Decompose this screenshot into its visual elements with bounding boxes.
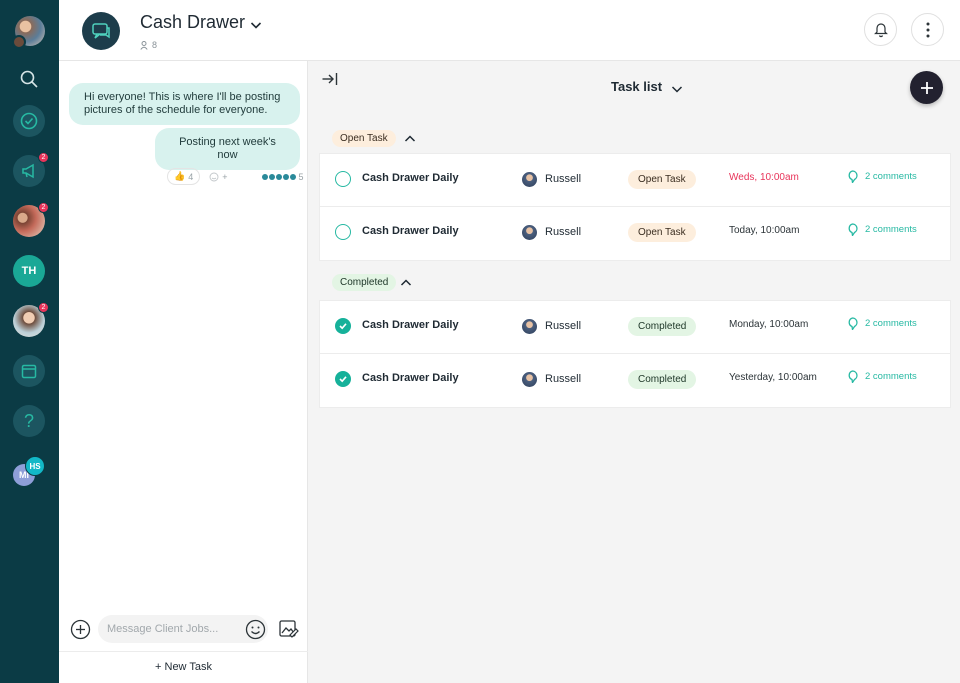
add-reaction-label: +: [222, 171, 228, 182]
task-list-title[interactable]: Task list: [611, 79, 662, 94]
chat-message[interactable]: Posting next week's now: [155, 128, 300, 170]
assignee-name: Russell: [545, 373, 582, 385]
comment-pin-icon: [848, 223, 858, 236]
task-row[interactable]: Cash Drawer Daily Russell Open Task Toda…: [320, 207, 950, 260]
task-checkbox[interactable]: [335, 224, 351, 240]
task-list-panel: Task list Open Task Cash Drawer Daily Ru…: [308, 61, 960, 683]
section-label-open: Open Task: [332, 130, 396, 147]
search-icon[interactable]: [13, 63, 45, 95]
message-reactions: 👍 4 + 5: [167, 168, 304, 185]
comments-count: 2 comments: [865, 318, 917, 329]
new-task-button[interactable]: + New Task: [59, 651, 308, 683]
status-badge: Completed: [628, 317, 697, 336]
chevron-down-icon[interactable]: [250, 17, 262, 35]
chat-panel: Hi everyone! This is where I'll be posti…: [59, 61, 308, 683]
add-reaction-button[interactable]: +: [203, 170, 233, 184]
assignee-avatar: [522, 319, 537, 334]
task-name: Cash Drawer Daily: [362, 319, 459, 331]
workspace-avatar: [12, 35, 26, 49]
message-input[interactable]: [98, 615, 268, 643]
emoji-icon[interactable]: [245, 619, 266, 645]
chevron-up-icon[interactable]: [404, 131, 416, 149]
seen-count: 5: [298, 171, 304, 182]
chevron-down-icon[interactable]: [671, 81, 683, 99]
checkmark-icon: [339, 323, 347, 330]
direct-chat-avatar[interactable]: 2: [13, 302, 49, 337]
comment-pin-icon: [848, 317, 858, 330]
comments-link[interactable]: 2 comments: [847, 170, 917, 183]
unread-badge: 2: [38, 302, 49, 313]
due-date: Weds, 10:00am: [729, 172, 799, 183]
due-date: Today, 10:00am: [729, 225, 800, 236]
status-badge: Open Task: [628, 170, 696, 189]
comments-link[interactable]: 2 comments: [847, 370, 917, 383]
task-row[interactable]: Cash Drawer Daily Russell Completed Mond…: [320, 301, 950, 354]
unread-badge: 2: [38, 152, 49, 163]
assignee-avatar: [522, 172, 537, 187]
chat-bubbles-icon: [82, 12, 120, 50]
checkmark-icon: [339, 376, 347, 383]
chat-message[interactable]: Hi everyone! This is where I'll be posti…: [69, 83, 300, 125]
task-name: Cash Drawer Daily: [362, 372, 459, 384]
more-options-icon[interactable]: [911, 13, 944, 46]
comments-count: 2 comments: [865, 224, 917, 235]
assignee-name: Russell: [545, 320, 582, 332]
left-rail: 2 2 TH 2 ? MI HS: [0, 0, 59, 683]
current-user-avatar[interactable]: [12, 16, 45, 49]
thumbs-up-icon: 👍: [174, 171, 186, 181]
task-checkbox[interactable]: [335, 171, 351, 187]
comments-count: 2 comments: [865, 371, 917, 382]
due-date: Monday, 10:00am: [729, 319, 809, 330]
assignee-name: Russell: [545, 173, 582, 185]
comment-pin-icon: [848, 170, 858, 183]
smiley-icon: [209, 172, 219, 181]
person-icon: [140, 40, 148, 50]
attach-plus-icon[interactable]: [70, 619, 91, 645]
image-upload-icon[interactable]: [278, 618, 300, 645]
chevron-up-icon[interactable]: [400, 275, 412, 293]
unread-badge: 2: [38, 202, 49, 213]
collapse-panel-icon[interactable]: [321, 71, 339, 92]
task-row[interactable]: Cash Drawer Daily Russell Completed Yest…: [320, 354, 950, 407]
comment-pin-icon: [848, 370, 858, 383]
task-name: Cash Drawer Daily: [362, 225, 459, 237]
th-initials-avatar[interactable]: TH: [13, 255, 45, 287]
seen-by-avatars[interactable]: [261, 173, 296, 180]
comments-link[interactable]: 2 comments: [847, 317, 917, 330]
announcements-megaphone-icon[interactable]: 2: [13, 152, 49, 187]
section-label-completed: Completed: [332, 274, 397, 291]
channel-header: Cash Drawer 8: [59, 0, 960, 61]
message-composer: [59, 611, 308, 647]
plus-icon: [920, 81, 933, 94]
task-row[interactable]: Cash Drawer Daily Russell Open Task Weds…: [320, 154, 950, 207]
group-chat-avatar[interactable]: 2: [13, 202, 49, 237]
comments-count: 2 comments: [865, 171, 917, 182]
assignee-avatar: [522, 225, 537, 240]
assignee-avatar: [522, 372, 537, 387]
status-badge: Completed: [628, 370, 697, 389]
user-switcher[interactable]: MI HS: [13, 456, 49, 488]
open-tasks-list: Cash Drawer Daily Russell Open Task Weds…: [319, 153, 951, 261]
status-badge: Open Task: [628, 223, 696, 242]
notifications-bell-icon[interactable]: [864, 13, 897, 46]
tasks-check-icon[interactable]: [13, 105, 45, 137]
task-checkbox-checked[interactable]: [335, 371, 351, 387]
hs-initials-avatar: HS: [25, 456, 45, 476]
task-checkbox-checked[interactable]: [335, 318, 351, 334]
thumbs-up-reaction[interactable]: 👍 4: [167, 168, 201, 185]
comments-link[interactable]: 2 comments: [847, 223, 917, 236]
task-name: Cash Drawer Daily: [362, 172, 459, 184]
completed-tasks-list: Cash Drawer Daily Russell Completed Mond…: [319, 300, 951, 408]
help-icon[interactable]: ?: [13, 405, 45, 437]
channel-title[interactable]: Cash Drawer: [140, 12, 245, 33]
member-count-value: 8: [152, 40, 158, 50]
assignee-name: Russell: [545, 226, 582, 238]
calendar-icon[interactable]: [13, 355, 45, 387]
due-date: Yesterday, 10:00am: [729, 372, 817, 383]
reaction-count: 4: [188, 171, 194, 182]
member-count[interactable]: 8: [140, 40, 157, 50]
add-task-button[interactable]: [910, 71, 943, 104]
